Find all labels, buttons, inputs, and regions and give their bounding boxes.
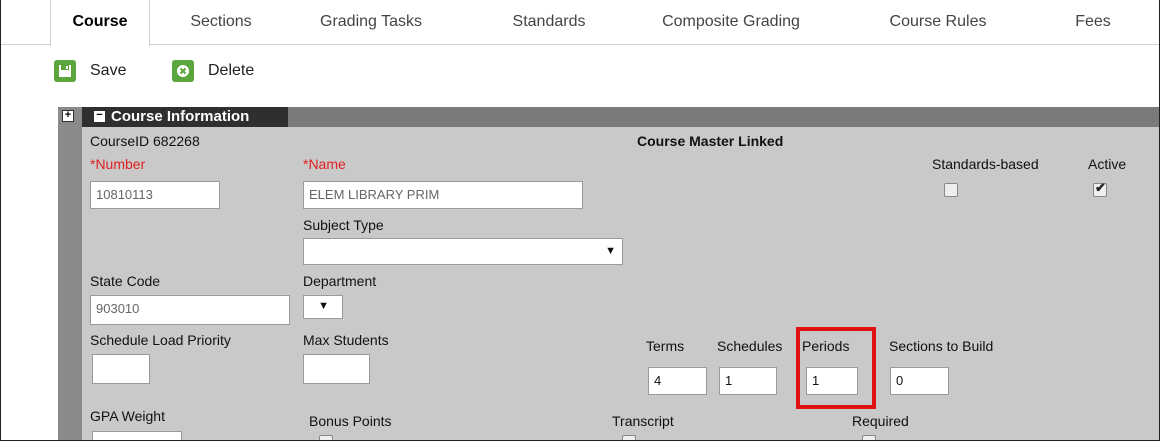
active-checkbox[interactable]: ✔ bbox=[1093, 180, 1107, 197]
transcript-checkbox[interactable] bbox=[622, 435, 636, 440]
standards-based-checkbox[interactable] bbox=[944, 183, 958, 197]
save-label: Save bbox=[90, 62, 127, 79]
tab-fees[interactable]: Fees bbox=[1053, 0, 1133, 44]
schedule-priority-label: Schedule Load Priority bbox=[90, 332, 231, 348]
active-label: Active bbox=[1088, 156, 1127, 172]
master-linked-label: Course Master Linked bbox=[637, 133, 784, 149]
course-window: Course Sections Grading Tasks Standards … bbox=[0, 0, 1160, 441]
subject-type-select[interactable]: ▼ bbox=[303, 238, 623, 265]
course-info-panel bbox=[82, 127, 1159, 440]
course-id-label: CourseID 682268 bbox=[90, 133, 200, 149]
chevron-down-icon: ▼ bbox=[605, 245, 616, 257]
state-code-label: State Code bbox=[90, 273, 161, 289]
standards-based-label: Standards-based bbox=[932, 156, 1039, 172]
delete-label: Delete bbox=[208, 62, 255, 79]
section-header[interactable]: − Course Information bbox=[82, 107, 288, 127]
department-select[interactable]: ▼ bbox=[303, 295, 343, 319]
tab-sections[interactable]: Sections bbox=[161, 0, 281, 44]
subject-type-label: Subject Type bbox=[303, 217, 384, 233]
expand-icon[interactable]: + bbox=[62, 110, 74, 122]
transcript-label: Transcript bbox=[612, 413, 674, 429]
tab-bar: Course Sections Grading Tasks Standards … bbox=[1, 0, 1159, 46]
save-button[interactable]: Save bbox=[54, 58, 126, 84]
bonus-points-label: Bonus Points bbox=[309, 413, 392, 429]
schedule-priority-field[interactable] bbox=[92, 354, 150, 384]
toolbar: Save Delete bbox=[1, 46, 1159, 94]
name-field[interactable]: ELEM LIBRARY PRIM bbox=[303, 181, 583, 209]
required-checkbox[interactable] bbox=[862, 435, 876, 440]
terms-label: Terms bbox=[646, 338, 685, 354]
schedules-field[interactable]: 1 bbox=[719, 367, 777, 395]
sections-to-build-field[interactable]: 0 bbox=[890, 367, 949, 395]
periods-highlight bbox=[796, 327, 876, 409]
state-code-field[interactable]: 903010 bbox=[90, 295, 290, 325]
max-students-label: Max Students bbox=[303, 332, 389, 348]
tab-course[interactable]: Course bbox=[50, 0, 150, 46]
max-students-field[interactable] bbox=[303, 354, 370, 384]
gpa-weight-field[interactable] bbox=[92, 431, 182, 440]
chevron-down-icon: ▼ bbox=[318, 300, 329, 312]
schedules-label: Schedules bbox=[717, 338, 783, 354]
save-icon bbox=[54, 60, 76, 82]
tab-standards[interactable]: Standards bbox=[489, 0, 609, 44]
left-strip bbox=[58, 107, 82, 440]
check-icon: ✔ bbox=[1095, 180, 1106, 195]
collapse-icon[interactable]: − bbox=[94, 109, 105, 122]
name-label: *Name bbox=[303, 156, 346, 172]
tab-course-rules[interactable]: Course Rules bbox=[873, 0, 1003, 44]
number-field[interactable]: 10810113 bbox=[90, 181, 220, 209]
required-label: Required bbox=[852, 413, 909, 429]
bonus-points-checkbox[interactable] bbox=[319, 435, 333, 440]
tab-grading-tasks[interactable]: Grading Tasks bbox=[301, 0, 441, 44]
delete-icon bbox=[172, 60, 194, 82]
department-label: Department bbox=[303, 273, 377, 289]
delete-button[interactable]: Delete bbox=[172, 58, 254, 84]
section-title: Course Information bbox=[111, 108, 250, 125]
number-label: *Number bbox=[90, 156, 146, 172]
tab-composite-grading[interactable]: Composite Grading bbox=[641, 0, 821, 44]
gpa-weight-label: GPA Weight bbox=[90, 408, 165, 424]
terms-field[interactable]: 4 bbox=[648, 367, 707, 395]
sections-to-build-label: Sections to Build bbox=[889, 338, 994, 354]
